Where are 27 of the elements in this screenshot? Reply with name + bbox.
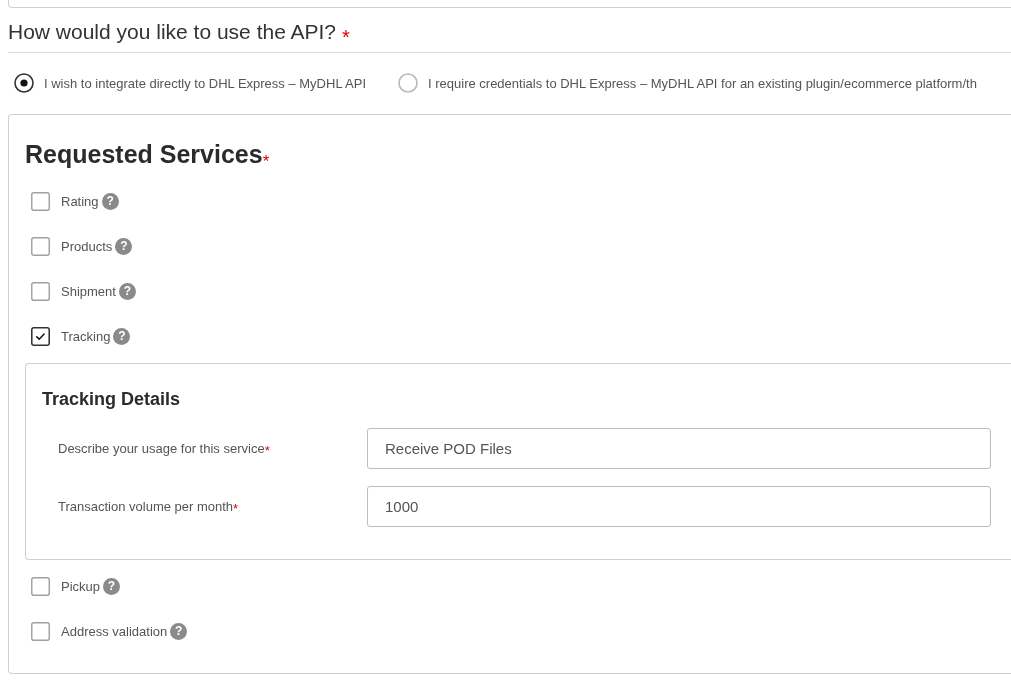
field-label: Describe your usage for this service <box>58 441 265 456</box>
checkbox[interactable] <box>31 281 50 301</box>
checkbox-label[interactable]: Tracking <box>61 328 111 344</box>
required-mark: * <box>262 152 270 173</box>
field-label: Transaction volume per month <box>58 499 234 514</box>
radio-label[interactable]: I wish to integrate directly to DHL Express – MyDHL API <box>44 75 366 91</box>
details-heading: Tracking Details <box>42 388 182 411</box>
checkbox-label[interactable]: Products <box>61 238 113 254</box>
text-field[interactable]: Receive POD Files <box>367 428 991 469</box>
question-heading: How would you like to use the API? <box>8 19 337 45</box>
required-mark: * <box>233 501 239 516</box>
required-mark: * <box>264 443 270 458</box>
checkbox-label[interactable]: Shipment <box>61 283 116 299</box>
checkbox[interactable] <box>31 621 50 641</box>
checkbox-label[interactable]: Rating <box>61 193 99 209</box>
checkbox[interactable] <box>31 191 50 211</box>
section-heading: Requested Services <box>25 139 263 170</box>
checkbox[interactable] <box>31 326 50 346</box>
radio-button[interactable] <box>14 73 34 93</box>
text-field[interactable]: 1000 <box>367 486 991 527</box>
checkbox-label[interactable]: Pickup <box>61 578 101 594</box>
checkbox[interactable] <box>31 236 50 256</box>
radio-label[interactable]: I require credentials to DHL Express – MyDHL API for an existing plugin/ecommerce platform/th <box>428 75 977 91</box>
checkbox[interactable] <box>31 576 50 596</box>
checkbox-label[interactable]: Address validation <box>61 623 168 639</box>
radio-button[interactable] <box>398 73 418 93</box>
required-mark: * <box>342 25 350 50</box>
